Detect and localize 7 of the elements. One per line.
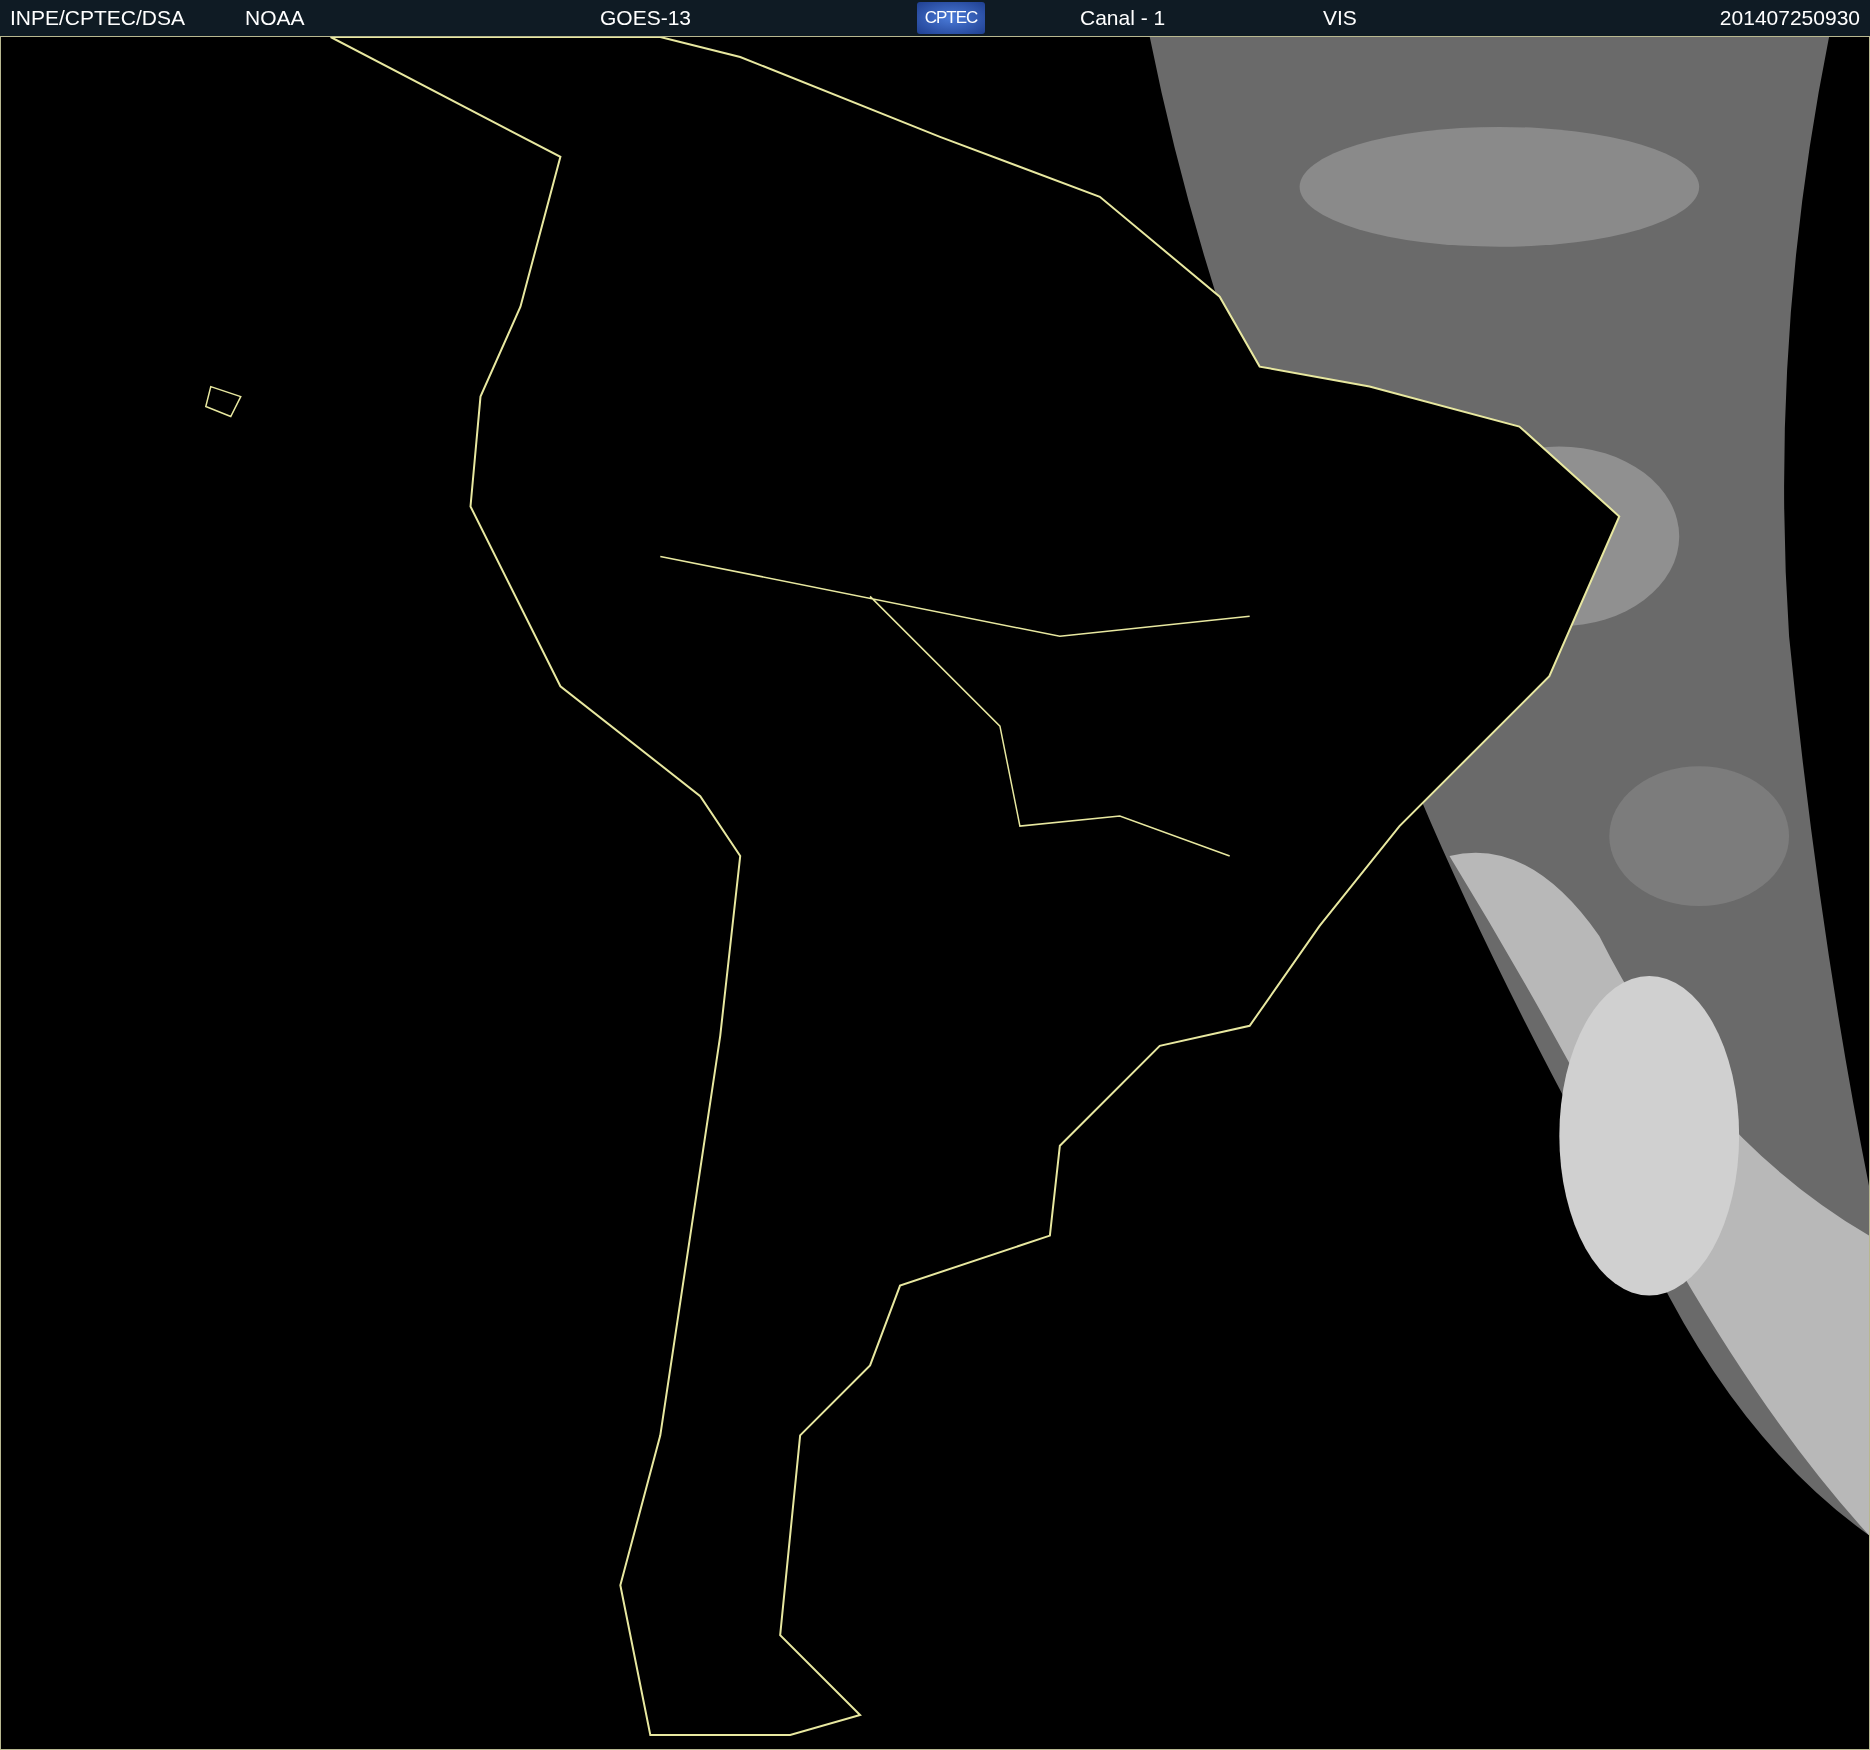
header-label: 201407250930 [1719,6,1860,30]
header-label: NOAA [245,6,305,30]
header-label: VIS [1323,6,1357,30]
logo-badge: CPTEC [917,2,985,34]
header-label: Canal - 1 [1080,6,1166,30]
header-label: INPE/CPTEC/DSA [10,6,186,30]
header-label: GOES-13 [600,6,692,30]
